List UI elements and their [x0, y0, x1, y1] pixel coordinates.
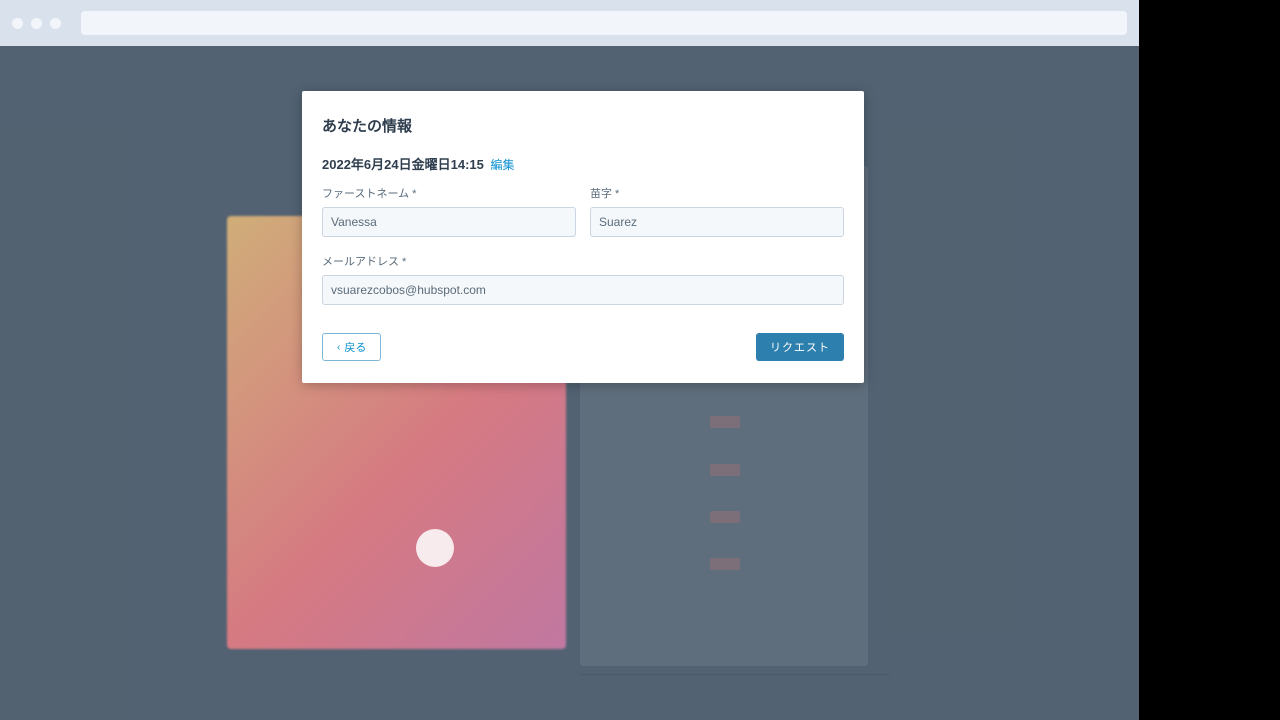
bg-time-slot — [710, 558, 740, 570]
window-controls[interactable] — [12, 18, 61, 29]
request-button-label: リクエスト — [770, 339, 830, 355]
email-label: メールアドレス * — [322, 253, 844, 269]
window-close-icon[interactable] — [12, 18, 23, 29]
last-name-label: 苗字 * — [590, 185, 844, 201]
bg-time-slot — [710, 511, 740, 523]
window-minimize-icon[interactable] — [31, 18, 42, 29]
window-maximize-icon[interactable] — [50, 18, 61, 29]
bg-circle-icon — [416, 529, 454, 567]
last-name-input[interactable] — [590, 207, 844, 237]
bg-time-slot — [710, 416, 740, 428]
first-name-label: ファーストネーム * — [322, 185, 576, 201]
browser-chrome — [0, 0, 1139, 46]
first-name-input[interactable] — [322, 207, 576, 237]
back-button[interactable]: ‹ 戻る — [322, 333, 381, 361]
chevron-left-icon: ‹ — [337, 342, 340, 353]
email-input[interactable] — [322, 275, 844, 305]
back-button-label: 戻る — [344, 339, 366, 355]
bg-divider — [580, 674, 890, 675]
address-bar[interactable] — [81, 11, 1127, 35]
bg-time-slot — [710, 464, 740, 476]
modal-title: あなたの情報 — [322, 115, 844, 136]
modal-datetime: 2022年6月24日金曜日14:15 編集 — [322, 154, 844, 173]
your-info-modal: あなたの情報 2022年6月24日金曜日14:15 編集 ファーストネーム * … — [302, 91, 864, 383]
edit-link[interactable]: 編集 — [490, 158, 514, 172]
request-button[interactable]: リクエスト — [756, 333, 844, 361]
selected-datetime: 2022年6月24日金曜日14:15 — [322, 157, 484, 172]
